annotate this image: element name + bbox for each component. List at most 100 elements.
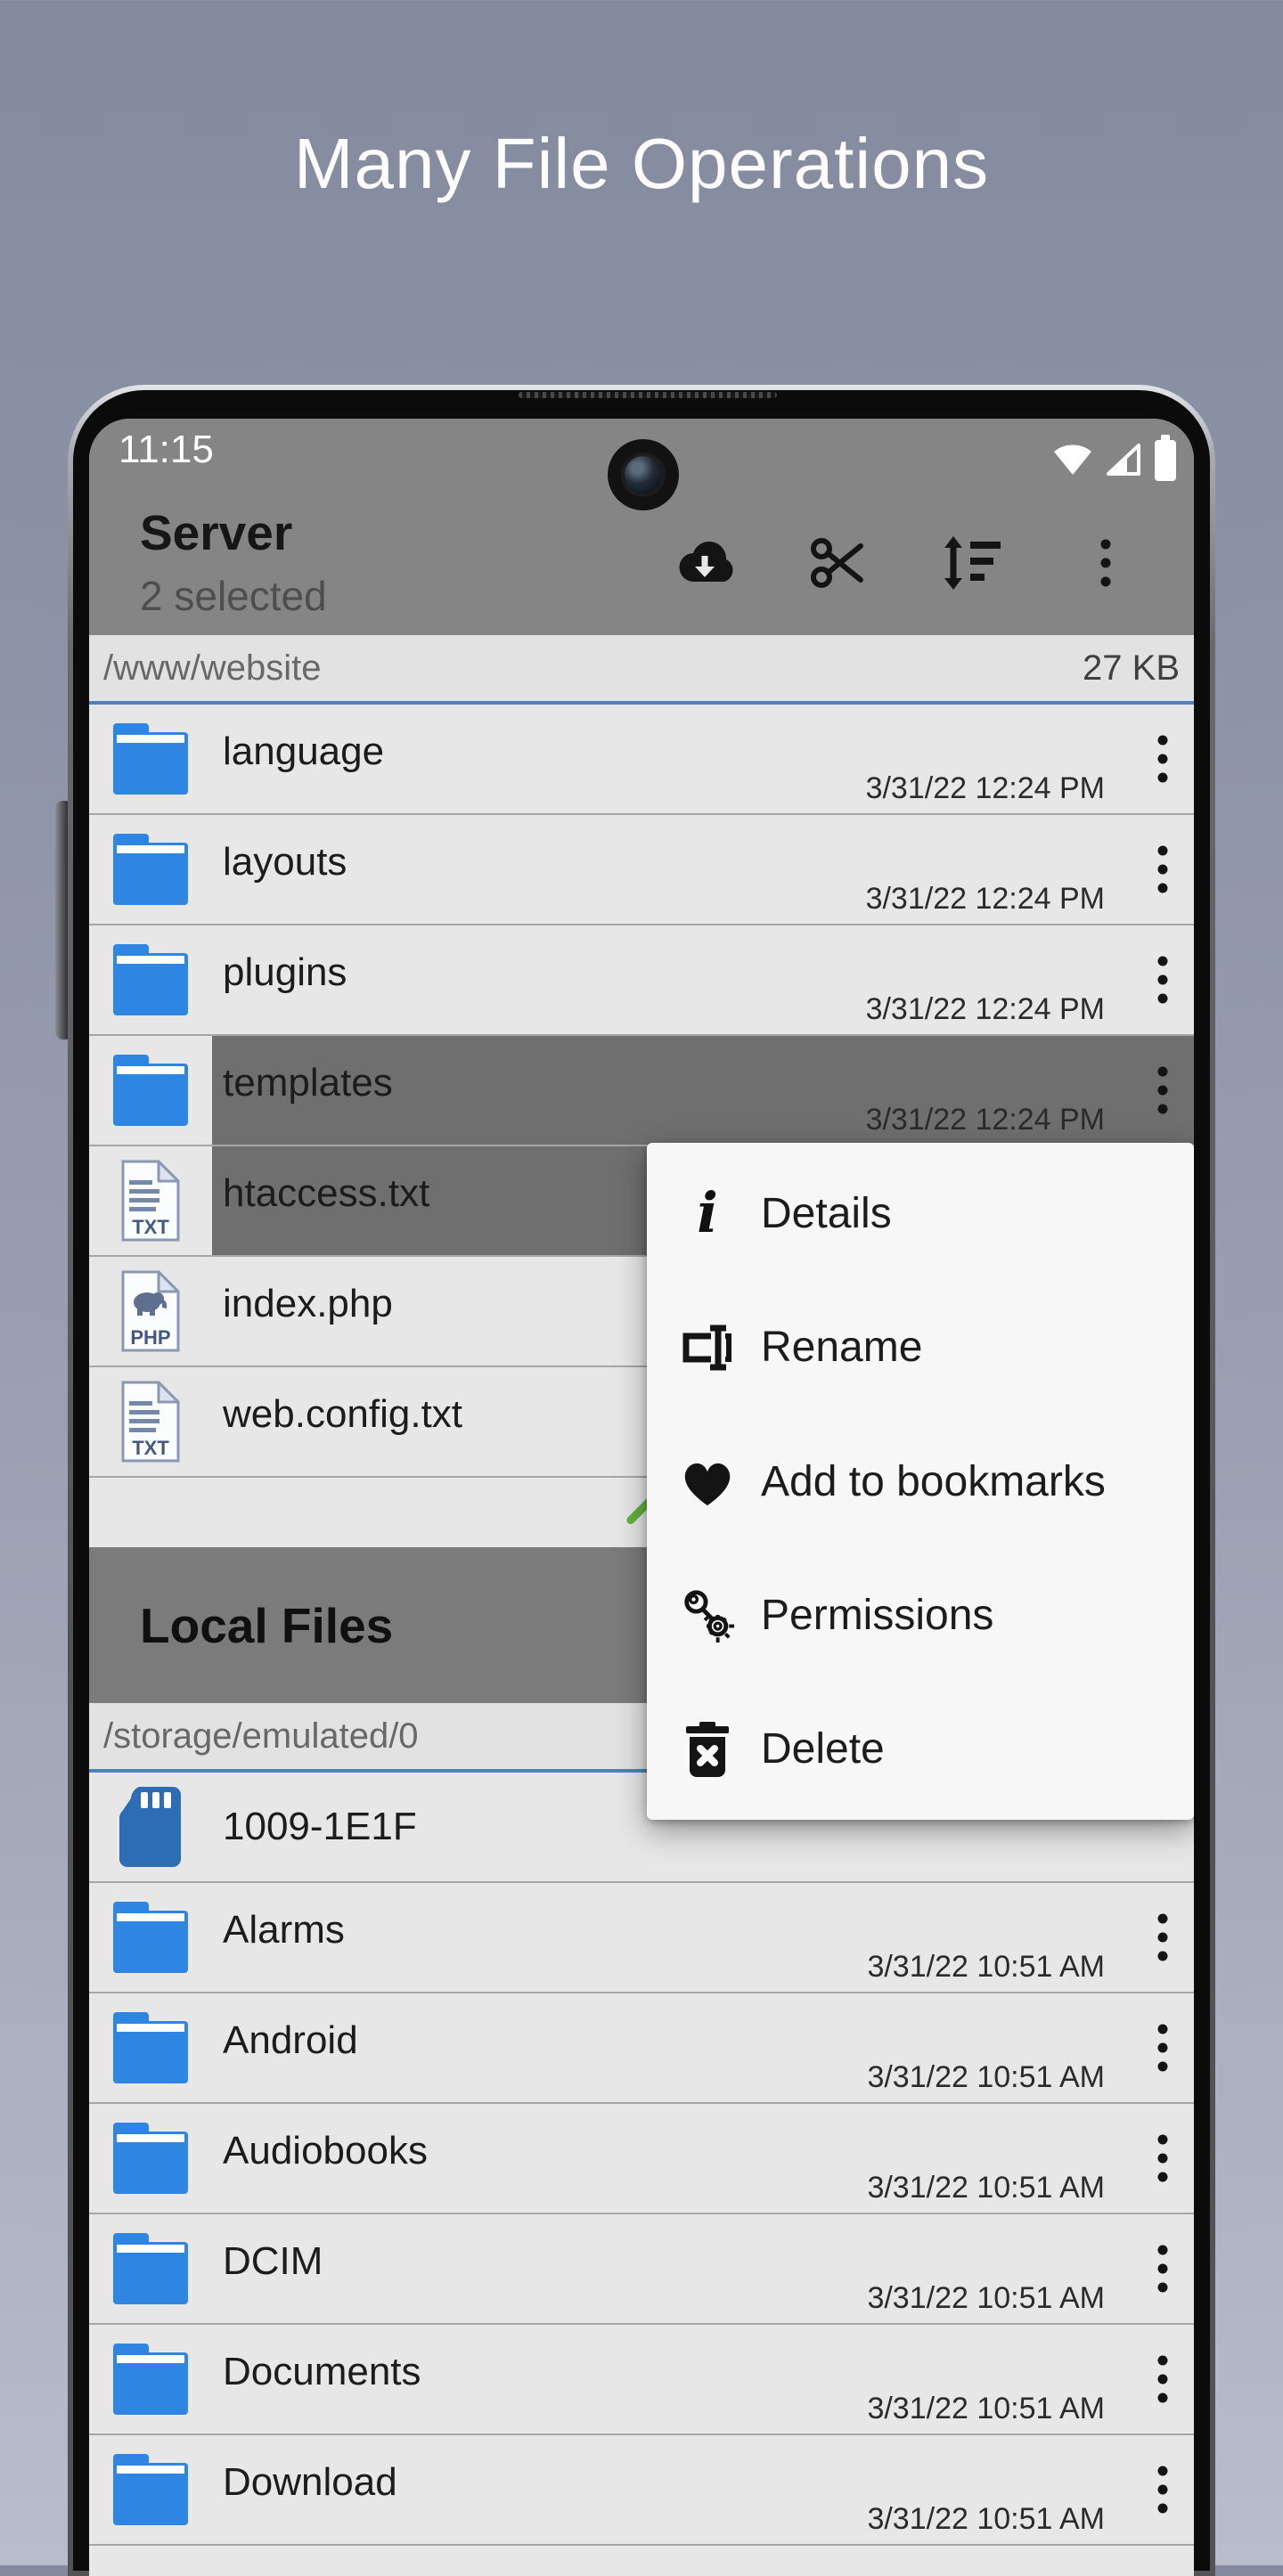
download-button[interactable] <box>638 526 772 600</box>
menu-item-delete[interactable]: Delete <box>647 1683 1194 1816</box>
menu-item-permissions[interactable]: Permissions <box>647 1548 1194 1682</box>
speaker-grille-icon <box>519 392 777 398</box>
file-row-Documents[interactable]: Documents 3/31/22 10:51 AM <box>89 2325 1194 2435</box>
cut-button[interactable] <box>772 526 905 600</box>
file-row-content: Documents 3/31/22 10:51 AM <box>212 2325 1194 2433</box>
file-row-language[interactable]: language 3/31/22 12:24 PM <box>89 705 1194 815</box>
phone-frame: 11:15 Server 2 selected /www/website 27 … <box>68 385 1215 2576</box>
file-row-content: layouts 3/31/22 12:24 PM <box>212 815 1194 924</box>
file-row-content: Download 3/31/22 10:51 AM <box>212 2435 1194 2544</box>
kebab-menu-icon[interactable] <box>1155 2243 1171 2295</box>
svg-text:PHP: PHP <box>130 1326 170 1349</box>
phone-screen: 11:15 Server 2 selected /www/website 27 … <box>89 419 1194 2576</box>
file-date: 3/31/22 10:51 AM <box>867 2502 1105 2537</box>
file-date: 3/31/22 10:51 AM <box>867 2392 1105 2426</box>
file-date: 3/31/22 10:51 AM <box>867 2281 1105 2316</box>
menu-item-label: Details <box>761 1189 892 1238</box>
menu-item-add-to-bookmarks[interactable]: Add to bookmarks <box>647 1414 1194 1548</box>
kebab-menu-icon[interactable] <box>1155 2132 1171 2184</box>
txt-icon: TXT <box>89 1146 212 1255</box>
folder-icon <box>89 2214 212 2323</box>
svg-text:TXT: TXT <box>132 1437 169 1459</box>
sdcard-icon <box>89 1773 212 1881</box>
status-icons <box>1051 419 1178 499</box>
local-files-title: Local Files <box>140 1597 393 1654</box>
file-name: DCIM <box>223 2239 323 2284</box>
front-camera <box>608 439 679 510</box>
scissors-icon <box>809 534 868 592</box>
battery-icon <box>1153 435 1178 483</box>
file-name: plugins <box>223 950 347 995</box>
file-row-DCIM[interactable]: DCIM 3/31/22 10:51 AM <box>89 2214 1194 2325</box>
kebab-menu-icon[interactable] <box>1155 1912 1171 1963</box>
file-name: index.php <box>223 1282 393 1326</box>
file-date: 3/31/22 10:51 AM <box>867 1950 1105 1985</box>
file-name: Audiobooks <box>223 2129 428 2173</box>
menu-item-label: Rename <box>761 1323 922 1372</box>
trash-x-icon <box>679 1721 736 1778</box>
list-tail <box>89 2546 1194 2572</box>
file-name: layouts <box>223 840 347 884</box>
folder-icon <box>89 705 212 813</box>
file-name: language <box>223 730 384 774</box>
file-name: htaccess.txt <box>223 1171 429 1216</box>
local-path: /storage/emulated/0 <box>103 1716 419 1757</box>
menu-item-details[interactable]: iDetails <box>647 1146 1194 1280</box>
sort-icon <box>942 534 1002 591</box>
file-row-content: templates3/31/22 12:24 PM <box>212 1036 1194 1145</box>
file-row-layouts[interactable]: layouts 3/31/22 12:24 PM <box>89 815 1194 925</box>
menu-item-label: Delete <box>761 1724 885 1773</box>
file-row-Alarms[interactable]: Alarms 3/31/22 10:51 AM <box>89 1883 1194 1993</box>
file-row-Audiobooks[interactable]: Audiobooks3/31/22 10:51 AM <box>89 2104 1194 2214</box>
kebab-menu-icon[interactable] <box>1155 2022 1171 2074</box>
file-row-content: Android3/31/22 10:51 AM <box>212 1993 1194 2102</box>
file-row-Download[interactable]: Download 3/31/22 10:51 AM <box>89 2435 1194 2546</box>
folder-icon <box>89 1036 212 1145</box>
selection-size: 27 KB <box>1083 648 1180 689</box>
folder-icon <box>89 925 212 1034</box>
file-name: web.config.txt <box>223 1392 462 1437</box>
file-row-content: DCIM 3/31/22 10:51 AM <box>212 2214 1194 2323</box>
key-gear-icon <box>679 1586 736 1643</box>
folder-icon <box>89 1993 212 2102</box>
kebab-icon <box>1098 537 1114 589</box>
file-name: 1009-1E1F <box>223 1805 417 1849</box>
context-menu: iDetails Rename Add to bookmarksPermission… <box>647 1143 1194 1820</box>
file-row-content: Alarms 3/31/22 10:51 AM <box>212 1883 1194 1992</box>
page-title: Many File Operations <box>0 123 1283 205</box>
signal-icon <box>1105 441 1142 477</box>
kebab-menu-icon[interactable] <box>1155 1064 1171 1116</box>
panel-title-server: Server <box>140 504 292 561</box>
kebab-menu-icon[interactable] <box>1155 844 1171 895</box>
server-path: /www/website <box>103 648 322 689</box>
file-row-content: plugins 3/31/22 12:24 PM <box>212 925 1194 1034</box>
txt-icon: TXT <box>89 1367 212 1476</box>
file-row-content: Audiobooks3/31/22 10:51 AM <box>212 2104 1194 2213</box>
file-date: 3/31/22 12:24 PM <box>866 882 1105 917</box>
kebab-menu-icon[interactable] <box>1155 733 1171 785</box>
file-row-content: language 3/31/22 12:24 PM <box>212 705 1194 813</box>
folder-icon <box>89 2104 212 2213</box>
folder-icon <box>89 815 212 924</box>
file-date: 3/31/22 12:24 PM <box>866 992 1105 1027</box>
file-name: Documents <box>223 2350 421 2394</box>
file-name: Download <box>223 2460 397 2505</box>
server-path-bar[interactable]: /www/website 27 KB <box>89 635 1194 705</box>
phone-bezel: 11:15 Server 2 selected /www/website 27 … <box>73 390 1210 2571</box>
folder-icon <box>89 2325 212 2433</box>
kebab-menu-icon[interactable] <box>1155 2464 1171 2515</box>
kebab-menu-icon[interactable] <box>1155 954 1171 1006</box>
file-row-templates[interactable]: templates3/31/22 12:24 PM <box>89 1036 1194 1146</box>
menu-item-rename[interactable]: Rename <box>647 1280 1194 1414</box>
file-row-plugins[interactable]: plugins 3/31/22 12:24 PM <box>89 925 1194 1036</box>
sort-button[interactable] <box>905 526 1039 600</box>
file-name: templates <box>223 1061 393 1105</box>
file-name: Alarms <box>223 1908 345 1952</box>
wifi-icon <box>1051 441 1094 477</box>
rename-box-icon <box>679 1319 736 1376</box>
kebab-menu-icon[interactable] <box>1155 2353 1171 2405</box>
selection-count: 2 selected <box>140 572 327 620</box>
file-date: 3/31/22 12:24 PM <box>866 771 1105 806</box>
file-row-Android[interactable]: Android3/31/22 10:51 AM <box>89 1993 1194 2104</box>
more-options-button[interactable] <box>1039 526 1173 600</box>
